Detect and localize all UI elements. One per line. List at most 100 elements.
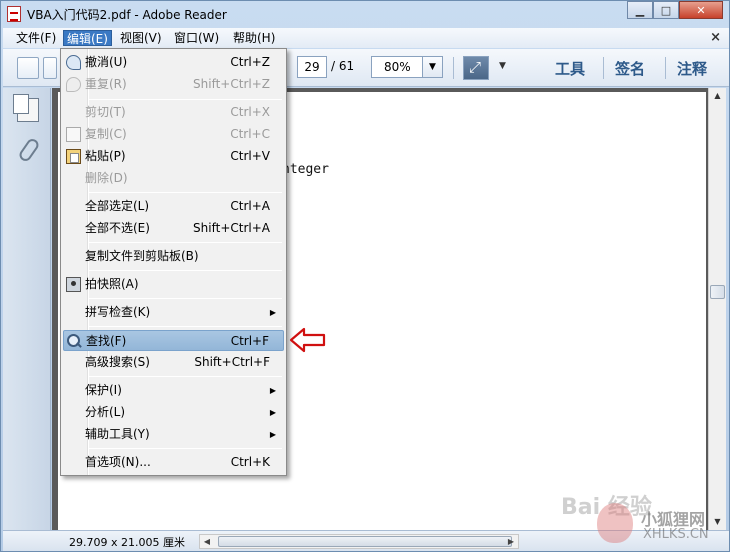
menu-item-label: 首选项(N)... <box>85 455 151 469</box>
zoom-select[interactable]: 80% ▼ <box>371 56 443 78</box>
menu-separator <box>89 192 282 193</box>
camera-icon <box>66 277 81 292</box>
page-number-input[interactable]: 29 <box>297 56 327 78</box>
menu-help[interactable]: 帮助(H) <box>230 30 278 46</box>
document-text: nteger <box>282 162 329 177</box>
menu-item-accessibility[interactable]: 辅助工具(Y) ▶ <box>63 424 284 445</box>
menu-item-shortcut: Ctrl+Z <box>230 55 270 69</box>
menu-window[interactable]: 窗口(W) <box>171 30 222 46</box>
copy-icon <box>66 127 81 142</box>
attachment-icon[interactable] <box>17 138 39 162</box>
menu-view[interactable]: 视图(V) <box>117 30 165 46</box>
scroll-down-icon[interactable]: ▼ <box>709 514 726 530</box>
scroll-right-icon[interactable]: ▶ <box>504 535 518 548</box>
undo-icon <box>66 55 81 70</box>
menu-bar: 文件(F) 编辑(E) 视图(V) 窗口(W) 帮助(H) × <box>3 28 729 48</box>
open-file-icon[interactable] <box>17 57 39 79</box>
menu-item-redo[interactable]: 重复(R) Shift+Ctrl+Z <box>63 74 284 95</box>
adobe-reader-window: VBA入门代码2.pdf - Adobe Reader ▁ □ ✕ 文件(F) … <box>0 0 730 552</box>
menu-item-shortcut: Ctrl+X <box>230 105 270 119</box>
chevron-down-icon[interactable]: ▼ <box>422 57 442 77</box>
menu-separator <box>89 242 282 243</box>
search-icon <box>67 334 82 349</box>
menu-item-analyze[interactable]: 分析(L) ▶ <box>63 402 284 423</box>
menu-item-label: 保护(I) <box>85 383 122 397</box>
chevron-down-icon[interactable]: ▼ <box>499 61 506 71</box>
menu-item-label: 复制(C) <box>85 127 127 141</box>
toolbar-divider <box>665 57 666 79</box>
fit-page-button[interactable] <box>463 56 489 80</box>
page-size-readout: 29.709 x 21.005 厘米 <box>69 536 185 549</box>
menu-item-label: 全部不选(E) <box>85 221 150 235</box>
toolbar-divider <box>453 57 454 79</box>
menu-item-label: 复制文件到剪贴板(B) <box>85 249 199 263</box>
menu-item-label: 拼写检查(K) <box>85 305 151 319</box>
edit-menu-dropdown: 撤消(U) Ctrl+Z 重复(R) Shift+Ctrl+Z 剪切(T) Ct… <box>60 48 287 476</box>
document-close-icon[interactable]: × <box>710 30 721 45</box>
menu-separator <box>89 270 282 271</box>
menu-item-shortcut: Shift+Ctrl+A <box>193 221 270 235</box>
submenu-arrow-icon: ▶ <box>269 408 276 417</box>
vertical-scrollbar[interactable]: ▲ ▼ <box>708 88 726 530</box>
menu-item-deselect-all[interactable]: 全部不选(E) Shift+Ctrl+A <box>63 218 284 239</box>
pages-thumbnail-icon[interactable] <box>13 94 39 122</box>
menu-item-delete[interactable]: 删除(D) <box>63 168 284 189</box>
menu-item-protect[interactable]: 保护(I) ▶ <box>63 380 284 401</box>
menu-separator <box>89 298 282 299</box>
menu-item-shortcut: Ctrl+F <box>230 334 269 348</box>
menu-item-label: 高级搜索(S) <box>85 355 150 369</box>
close-button[interactable]: ✕ <box>679 1 723 19</box>
toolbar-divider <box>603 57 604 79</box>
tools-button[interactable]: 工具 <box>555 58 585 79</box>
zoom-value: 80% <box>384 60 411 74</box>
menu-item-select-all[interactable]: 全部选定(L) Ctrl+A <box>63 196 284 217</box>
menu-item-label: 剪切(T) <box>85 105 126 119</box>
window-title: VBA入门代码2.pdf - Adobe Reader <box>27 8 227 22</box>
menu-item-paste[interactable]: 粘贴(P) Ctrl+V <box>63 146 284 167</box>
pdf-app-icon <box>7 6 21 22</box>
red-pointer-arrow-icon <box>289 327 326 353</box>
create-pdf-icon[interactable] <box>43 57 57 79</box>
menu-item-advanced-search[interactable]: 高级搜索(S) Shift+Ctrl+F <box>63 352 284 373</box>
menu-item-shortcut: Shift+Ctrl+F <box>194 355 270 369</box>
menu-item-label: 重复(R) <box>85 77 127 91</box>
paste-icon <box>66 149 81 164</box>
menu-separator <box>89 376 282 377</box>
comment-button[interactable]: 注释 <box>677 58 707 79</box>
window-controls: ▁ □ ✕ <box>627 1 723 19</box>
menu-item-preferences[interactable]: 首选项(N)... Ctrl+K <box>63 452 284 473</box>
menu-file[interactable]: 文件(F) <box>13 30 59 46</box>
menu-item-shortcut: Shift+Ctrl+Z <box>193 77 270 91</box>
menu-separator <box>89 99 282 100</box>
sign-button[interactable]: 签名 <box>615 58 645 79</box>
navigation-panel <box>3 88 51 530</box>
menu-item-label: 撤消(U) <box>85 55 128 69</box>
horizontal-scrollbar[interactable]: ◀ ▶ <box>199 534 519 549</box>
submenu-arrow-icon: ▶ <box>269 386 276 395</box>
menu-item-shortcut: Ctrl+C <box>230 127 270 141</box>
menu-item-snapshot[interactable]: 拍快照(A) <box>63 274 284 295</box>
menu-item-shortcut: Ctrl+A <box>230 199 270 213</box>
scroll-up-icon[interactable]: ▲ <box>709 88 726 104</box>
scroll-thumb[interactable] <box>710 285 725 299</box>
redo-icon <box>66 77 81 92</box>
menu-edit[interactable]: 编辑(E) <box>63 30 112 46</box>
scroll-left-icon[interactable]: ◀ <box>200 535 214 548</box>
fox-logo-icon <box>597 503 633 543</box>
menu-item-cut[interactable]: 剪切(T) Ctrl+X <box>63 102 284 123</box>
menu-item-copy[interactable]: 复制(C) Ctrl+C <box>63 124 284 145</box>
horizontal-scroll-thumb[interactable] <box>218 536 512 547</box>
minimize-button[interactable]: ▁ <box>627 1 653 19</box>
menu-item-undo[interactable]: 撤消(U) Ctrl+Z <box>63 52 284 73</box>
menu-item-label: 全部选定(L) <box>85 199 150 213</box>
menu-item-spellcheck[interactable]: 拼写检查(K) ▶ <box>63 302 284 323</box>
title-bar: VBA入门代码2.pdf - Adobe Reader ▁ □ ✕ <box>1 1 729 27</box>
menu-separator <box>89 326 282 327</box>
menu-item-label: 查找(F) <box>86 334 127 348</box>
maximize-button[interactable]: □ <box>653 1 679 19</box>
menu-item-copy-file[interactable]: 复制文件到剪贴板(B) <box>63 246 284 267</box>
menu-item-shortcut: Ctrl+V <box>230 149 270 163</box>
menu-item-find[interactable]: 查找(F) Ctrl+F <box>63 330 284 351</box>
submenu-arrow-icon: ▶ <box>269 308 276 317</box>
menu-item-label: 辅助工具(Y) <box>85 427 150 441</box>
